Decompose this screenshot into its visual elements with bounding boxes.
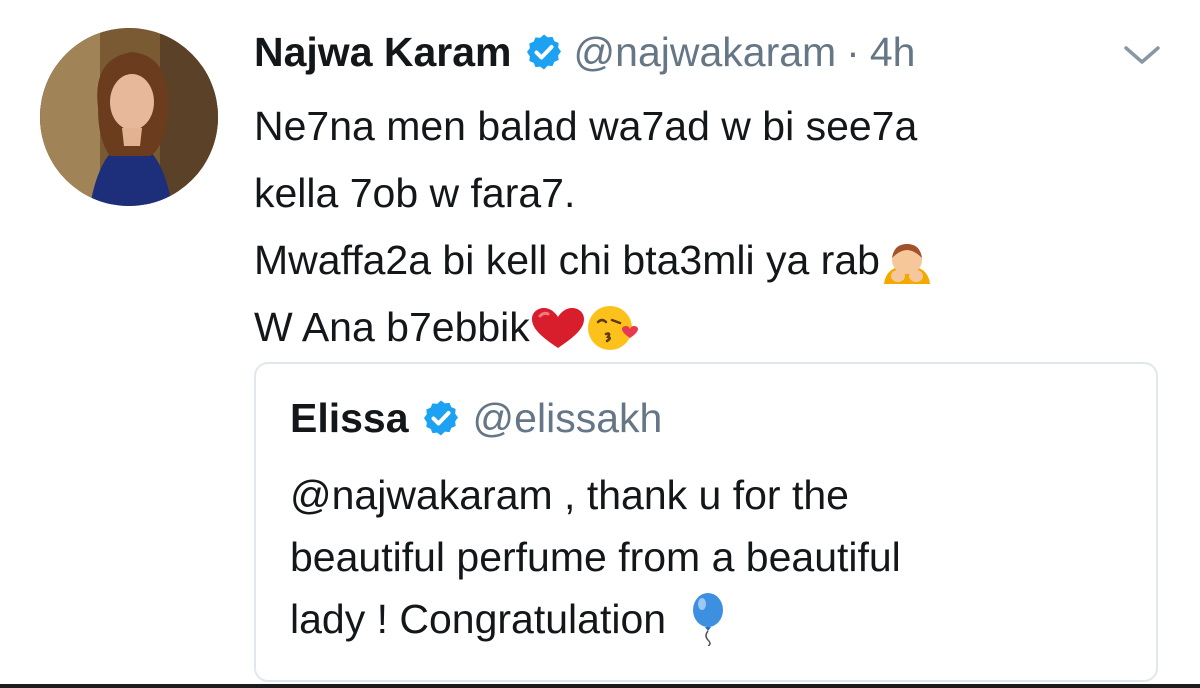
author-handle[interactable]: @najwakaram (574, 29, 837, 76)
person-bowing-emoji (880, 236, 934, 286)
tweet-header: Najwa Karam @najwakaram · 4h (254, 22, 915, 82)
quoted-tweet-line: lady ! Congratulation (290, 588, 1130, 650)
verified-badge-icon (421, 398, 461, 438)
timestamp[interactable]: 4h (870, 29, 916, 76)
quoted-author-name[interactable]: Elissa (290, 395, 409, 442)
quoted-line-text: lady ! Congratulation (290, 596, 667, 642)
quoted-author-handle[interactable]: @elissakh (473, 395, 663, 442)
bottom-divider (0, 684, 1200, 688)
tweet-line-text: Ne7na men balad wa7ad w bi see7a (254, 103, 918, 149)
avatar[interactable] (40, 28, 218, 206)
quoted-line-text: @najwakaram , thank u for the (290, 472, 849, 518)
quoted-tweet-text: @najwakaram , thank u for the beautiful … (290, 464, 1130, 650)
tweet-line-text: Mwaffa2a bi kell chi bta3mli ya rab (254, 237, 880, 283)
chevron-down-icon[interactable] (1122, 40, 1162, 70)
quoted-line-text: beautiful perfume from a beautiful (290, 534, 901, 580)
face-blowing-kiss-emoji (586, 302, 640, 354)
separator-dot: · (846, 28, 860, 75)
quoted-tweet[interactable]: Elissa @elissakh @najwakaram , thank u f… (254, 362, 1158, 682)
tweet-text: Ne7na men balad wa7ad w bi see7a kella 7… (254, 93, 1154, 361)
tweet-line: Ne7na men balad wa7ad w bi see7a (254, 93, 1154, 160)
quoted-tweet-line: beautiful perfume from a beautiful (290, 526, 1130, 588)
tweet-line: kella 7ob w fara7. (254, 160, 1154, 227)
tweet-line: W Ana b7ebbik (254, 294, 1154, 361)
author-name[interactable]: Najwa Karam (254, 29, 512, 76)
red-heart-emoji (530, 306, 586, 350)
quoted-tweet-line: @najwakaram , thank u for the (290, 464, 1130, 526)
balloon-emoji (688, 592, 728, 646)
quoted-tweet-header: Elissa @elissakh (290, 388, 662, 448)
verified-badge-icon (524, 32, 564, 72)
tweet-line-text: kella 7ob w fara7. (254, 170, 576, 216)
tweet-line-text: W Ana b7ebbik (254, 304, 530, 350)
tweet-line: Mwaffa2a bi kell chi bta3mli ya rab (254, 227, 1154, 294)
